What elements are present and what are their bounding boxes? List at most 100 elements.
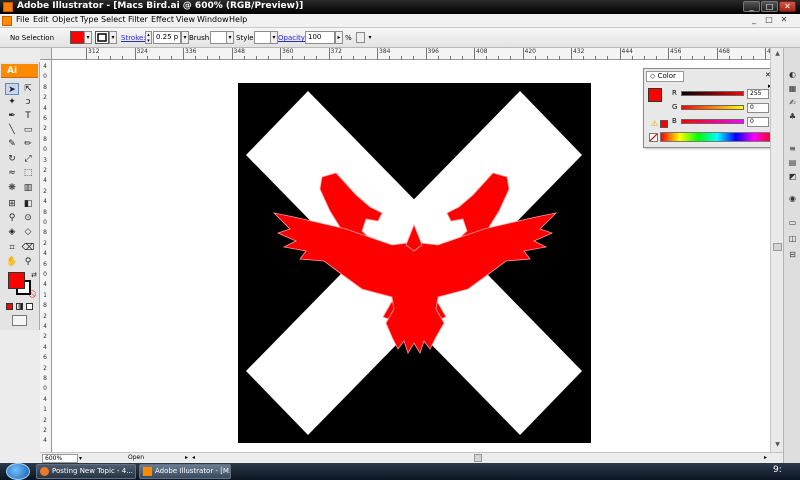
zoom-dropdown[interactable]: ▾ bbox=[79, 454, 87, 463]
vertical-scrollbar[interactable]: ▲ ▼ bbox=[770, 48, 783, 452]
live-paint-selection-tool-icon[interactable]: ◇ bbox=[21, 226, 35, 238]
slice-tool-icon[interactable]: ⌗ bbox=[5, 242, 19, 254]
blue-value-input[interactable]: 0 bbox=[747, 117, 769, 127]
menu-file[interactable]: File bbox=[16, 15, 29, 24]
menu-effect[interactable]: Effect bbox=[151, 15, 174, 24]
symbol-sprayer-tool-icon[interactable]: ❋ bbox=[5, 182, 19, 194]
menu-select[interactable]: Select bbox=[101, 15, 126, 24]
pencil-tool-icon[interactable]: ✏ bbox=[21, 138, 35, 150]
doc-minimize-button[interactable]: _ bbox=[748, 15, 760, 26]
rotate-tool-icon[interactable]: ↻ bbox=[5, 153, 19, 165]
swap-fill-stroke-icon[interactable]: ⇄ bbox=[27, 269, 41, 281]
close-button[interactable]: ✕ bbox=[779, 1, 796, 12]
scale-tool-icon[interactable]: ⤢ bbox=[21, 153, 35, 165]
red-slider[interactable] bbox=[681, 91, 744, 96]
current-fill-swatch[interactable] bbox=[648, 88, 662, 102]
zoom-tool-icon[interactable]: ⚲ bbox=[21, 256, 35, 268]
align-panel-icon[interactable]: ⊟ bbox=[787, 250, 798, 260]
eraser-tool-icon[interactable]: ⌫ bbox=[21, 242, 35, 254]
mesh-tool-icon[interactable]: ⊞ bbox=[5, 198, 19, 210]
stroke-panel-icon[interactable]: ≡ bbox=[787, 144, 798, 154]
layers-panel-icon[interactable]: ▭ bbox=[787, 218, 798, 228]
swatches-panel-icon[interactable]: ▦ bbox=[787, 84, 798, 94]
magic-wand-tool-icon[interactable]: ✦ bbox=[5, 96, 19, 108]
blue-slider[interactable] bbox=[681, 119, 744, 124]
stroke-weight-stepper[interactable]: ▴ ▾ bbox=[145, 31, 152, 44]
gradient-panel-icon[interactable]: ▤ bbox=[787, 158, 798, 168]
out-of-gamut-warning-icon[interactable]: ⚠ bbox=[651, 119, 658, 128]
ruler-origin[interactable] bbox=[40, 48, 52, 60]
red-value-input[interactable]: 255 bbox=[747, 89, 769, 99]
start-button[interactable] bbox=[6, 463, 30, 480]
selection-tool-icon[interactable]: ➤ bbox=[5, 83, 19, 95]
recolor-icon[interactable] bbox=[356, 32, 365, 43]
brush-dropdown[interactable]: ▾ bbox=[226, 31, 234, 44]
style-dropdown[interactable]: ▾ bbox=[270, 31, 278, 44]
line-tool-icon[interactable]: ╲ bbox=[5, 124, 19, 136]
hand-tool-icon[interactable]: ✋ bbox=[5, 256, 19, 268]
scroll-up-arrow[interactable]: ▲ bbox=[773, 50, 782, 57]
fill-dropdown[interactable]: ▾ bbox=[84, 31, 92, 44]
scroll-left-arrow[interactable]: ◂ bbox=[192, 454, 195, 461]
appearance-panel-icon[interactable]: ◉ bbox=[787, 194, 798, 204]
eyedropper-tool-icon[interactable]: ⚲ bbox=[5, 212, 19, 224]
symbols-panel-icon[interactable]: ♣ bbox=[787, 112, 798, 122]
color-mode-icon[interactable] bbox=[6, 303, 13, 310]
free-transform-tool-icon[interactable]: ⬚ bbox=[21, 167, 35, 179]
stroke-swatch[interactable] bbox=[95, 31, 109, 44]
gradient-tool-icon[interactable]: ◧ bbox=[21, 198, 35, 210]
menu-edit[interactable]: Edit bbox=[33, 15, 49, 24]
horizontal-scroll-thumb[interactable] bbox=[474, 454, 482, 462]
fill-swatch[interactable] bbox=[70, 31, 84, 44]
maximize-button[interactable]: □ bbox=[761, 1, 778, 12]
fill-color-swatch[interactable] bbox=[8, 272, 25, 289]
screen-mode-icon[interactable] bbox=[12, 315, 27, 326]
taskbar-item-illustrator[interactable]: Adobe Illustrator - [M... bbox=[139, 464, 231, 479]
menu-type[interactable]: Type bbox=[80, 15, 98, 24]
minimize-button[interactable]: _ bbox=[743, 1, 760, 12]
taskbar-item-browser[interactable]: Posting New Topic - 4... bbox=[36, 464, 136, 479]
scroll-right-arrow[interactable]: ▸ bbox=[764, 454, 767, 461]
color-panel-tab[interactable]: ◇ Color bbox=[646, 71, 684, 82]
column-graph-tool-icon[interactable]: ▥ bbox=[21, 182, 35, 194]
paintbrush-tool-icon[interactable]: ✎ bbox=[5, 138, 19, 150]
menu-object[interactable]: Object bbox=[52, 15, 78, 24]
doc-restore-button[interactable]: □ bbox=[763, 15, 775, 26]
type-tool-icon[interactable]: T bbox=[21, 110, 35, 122]
rectangle-tool-icon[interactable]: ▭ bbox=[21, 124, 35, 136]
menu-window[interactable]: Window bbox=[197, 15, 229, 24]
opacity-dropdown[interactable]: ▸ bbox=[335, 31, 343, 44]
direct-selection-tool-icon[interactable]: ⇱ bbox=[21, 83, 35, 95]
brushes-panel-icon[interactable]: ✍ bbox=[787, 98, 798, 108]
menu-filter[interactable]: Filter bbox=[128, 15, 148, 24]
lasso-tool-icon[interactable]: ↄ bbox=[21, 96, 35, 108]
bird-artwork[interactable] bbox=[238, 83, 591, 443]
opacity-input[interactable]: 100 bbox=[305, 31, 335, 44]
none-mode-icon[interactable] bbox=[26, 303, 33, 310]
graphic-styles-panel-icon[interactable]: ◫ bbox=[787, 234, 798, 244]
color-panel-icon[interactable]: ◐ bbox=[787, 70, 798, 80]
stroke-dropdown[interactable]: ▾ bbox=[109, 31, 117, 44]
pen-tool-icon[interactable]: ✒ bbox=[5, 110, 19, 122]
transparency-panel-icon[interactable]: ◩ bbox=[787, 172, 798, 182]
blend-tool-icon[interactable]: ⊙ bbox=[21, 212, 35, 224]
gamut-color-swatch[interactable] bbox=[660, 120, 668, 128]
none-color-icon[interactable] bbox=[649, 133, 658, 142]
status-menu-icon[interactable]: ▸ bbox=[185, 454, 188, 461]
stroke-label[interactable]: Stroke: bbox=[121, 34, 146, 42]
live-paint-tool-icon[interactable]: ◈ bbox=[5, 226, 19, 238]
artboard[interactable] bbox=[238, 83, 591, 443]
vertical-scroll-thumb[interactable] bbox=[773, 243, 782, 251]
gradient-mode-icon[interactable] bbox=[16, 303, 23, 310]
zoom-level-input[interactable]: 600% bbox=[42, 454, 78, 463]
vertical-ruler[interactable]: 4 0 8 2 4 6 2 8 0 3 2 4 2 4 8 0 8 2 4 6 0 4 1 8 2 4 2 4 6 2 8 0 4 1 2 2 4 bbox=[40, 60, 52, 452]
green-slider[interactable] bbox=[681, 105, 744, 110]
none-swatch-icon[interactable]: ⃠ bbox=[27, 288, 41, 300]
menu-view[interactable]: View bbox=[176, 15, 195, 24]
green-value-input[interactable]: 0 bbox=[747, 103, 769, 113]
document-icon[interactable] bbox=[2, 16, 12, 26]
stroke-weight-dropdown[interactable]: ▾ bbox=[181, 31, 189, 44]
color-spectrum-bar[interactable] bbox=[660, 132, 774, 142]
menu-help[interactable]: Help bbox=[229, 15, 247, 24]
system-clock[interactable]: 9: bbox=[773, 465, 782, 475]
